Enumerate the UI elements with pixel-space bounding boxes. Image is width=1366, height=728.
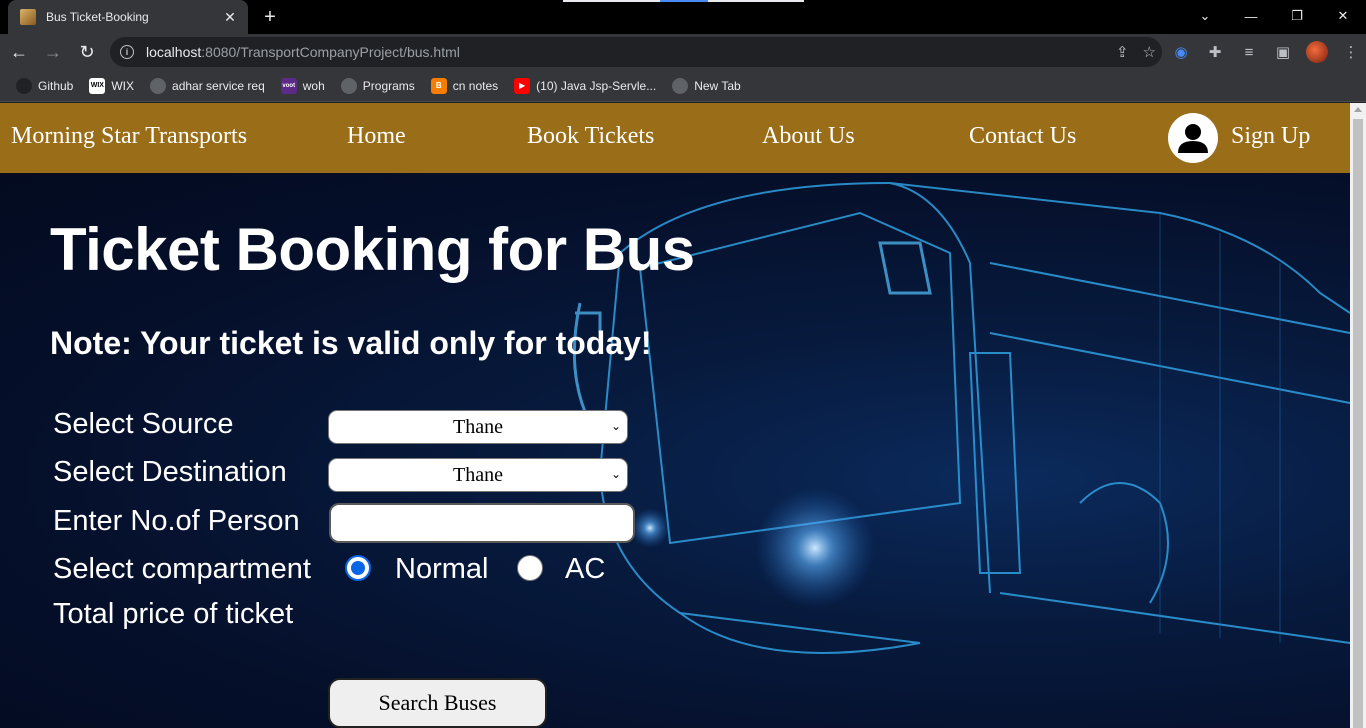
bookmark-woh[interactable]: voot woh — [280, 77, 325, 94]
nav-book-tickets[interactable]: Book Tickets — [527, 123, 654, 150]
site-favicon-icon — [20, 9, 36, 25]
active-tab[interactable]: Bus Ticket-Booking ✕ — [8, 0, 248, 34]
minimize-button[interactable]: — — [1228, 0, 1274, 32]
browser-toolbar: ← → ↻ i localhost:8080/TransportCompanyP… — [0, 34, 1366, 70]
voot-icon: voot — [280, 77, 297, 94]
wix-icon: WIX — [89, 77, 106, 94]
bookmark-wix[interactable]: WIX WIX — [89, 77, 134, 94]
globe-icon — [672, 77, 689, 94]
bookmark-java-jsp[interactable]: ▶ (10) Java Jsp-Servle... — [514, 77, 656, 94]
nav-about-us[interactable]: About Us — [762, 123, 855, 150]
address-bar-actions: ⇪ ☆ — [1116, 37, 1156, 67]
chevron-down-icon: ⌄ — [610, 467, 621, 481]
forward-arrow-icon[interactable]: → — [38, 37, 68, 67]
side-panel-icon[interactable]: ▣ — [1272, 41, 1294, 63]
persons-label: Enter No.of Person — [53, 505, 300, 537]
web-page: Morning Star Transports Home Book Ticket… — [0, 103, 1350, 728]
youtube-icon: ▶ — [514, 77, 531, 94]
ac-radio[interactable] — [517, 555, 543, 581]
tab-title: Bus Ticket-Booking — [46, 10, 149, 24]
extensions-puzzle-icon[interactable]: ✚ — [1204, 41, 1226, 63]
source-label: Select Source — [53, 408, 234, 440]
ac-radio-label: AC — [565, 553, 606, 585]
scroll-up-icon[interactable] — [1354, 107, 1362, 112]
site-navbar: Morning Star Transports Home Book Ticket… — [0, 103, 1350, 173]
user-avatar-icon[interactable] — [1168, 113, 1218, 163]
reload-icon[interactable]: ↻ — [72, 37, 102, 67]
tab-search-button[interactable]: ⌄ — [1182, 0, 1228, 32]
url-text[interactable]: localhost:8080/TransportCompanyProject/b… — [146, 44, 460, 60]
nav-home[interactable]: Home — [347, 123, 406, 150]
brand-link[interactable]: Morning Star Transports — [11, 123, 247, 150]
address-bar[interactable]: i localhost:8080/TransportCompanyProject… — [110, 37, 1162, 67]
compartment-label: Select compartment — [53, 553, 311, 585]
read-aloud-icon[interactable]: ◉ — [1170, 41, 1192, 63]
close-window-button[interactable]: ✕ — [1320, 0, 1366, 32]
bookmark-cn-notes[interactable]: Bcn notes — [430, 77, 498, 94]
extension-icons: ◉ ✚ ≡ ▣ ⋮ — [1170, 34, 1362, 70]
validity-note: Note: Your ticket is valid only for toda… — [50, 325, 652, 361]
chevron-down-icon: ⌄ — [610, 419, 621, 433]
page-scrollbar[interactable] — [1350, 103, 1366, 728]
destination-label: Select Destination — [53, 456, 287, 488]
persons-input[interactable] — [329, 503, 635, 543]
close-tab-icon[interactable]: ✕ — [222, 9, 238, 26]
destination-select[interactable]: Thane ⌄ — [328, 458, 628, 492]
nav-contact-us[interactable]: Contact Us — [969, 123, 1076, 150]
site-info-icon[interactable]: i — [120, 45, 134, 59]
window-title-strip-accent — [660, 0, 708, 2]
github-icon — [16, 77, 32, 94]
bookmark-new-tab[interactable]: New Tab — [672, 77, 741, 94]
source-select[interactable]: Thane ⌄ — [328, 410, 628, 444]
back-arrow-icon[interactable]: ← — [4, 37, 34, 67]
tab-strip: Bus Ticket-Booking ✕ + ⌄ — ❐ ✕ — [0, 0, 1366, 34]
booking-hero: Ticket Booking for Bus Note: Your ticket… — [0, 173, 1350, 728]
bookmark-star-icon[interactable]: ☆ — [1143, 43, 1156, 61]
new-tab-button[interactable]: + — [258, 5, 282, 29]
globe-icon — [340, 77, 357, 94]
scroll-thumb[interactable] — [1353, 119, 1363, 728]
bookmarks-bar: Github WIX WIX adhar service req voot woh … — [0, 70, 1366, 102]
bookmark-adhar[interactable]: adhar service req — [150, 77, 265, 94]
globe-icon — [150, 77, 167, 94]
bookmark-github[interactable]: Github — [16, 77, 73, 94]
reading-list-icon[interactable]: ≡ — [1238, 41, 1260, 63]
page-title: Ticket Booking for Bus — [50, 216, 695, 283]
normal-radio[interactable] — [345, 555, 371, 581]
window-controls: ⌄ — ❐ ✕ — [1182, 0, 1366, 32]
more-menu-icon[interactable]: ⋮ — [1340, 41, 1362, 63]
nav-sign-up[interactable]: Sign Up — [1231, 123, 1310, 150]
search-buses-button[interactable]: Search Buses — [328, 678, 547, 728]
price-label: Total price of ticket — [53, 598, 294, 630]
normal-radio-label: Normal — [395, 553, 489, 585]
blogger-icon: B — [430, 77, 447, 94]
bookmark-programs[interactable]: Programs — [340, 77, 415, 94]
share-icon[interactable]: ⇪ — [1116, 43, 1129, 61]
restore-button[interactable]: ❐ — [1274, 0, 1320, 32]
profile-avatar[interactable] — [1306, 41, 1328, 63]
